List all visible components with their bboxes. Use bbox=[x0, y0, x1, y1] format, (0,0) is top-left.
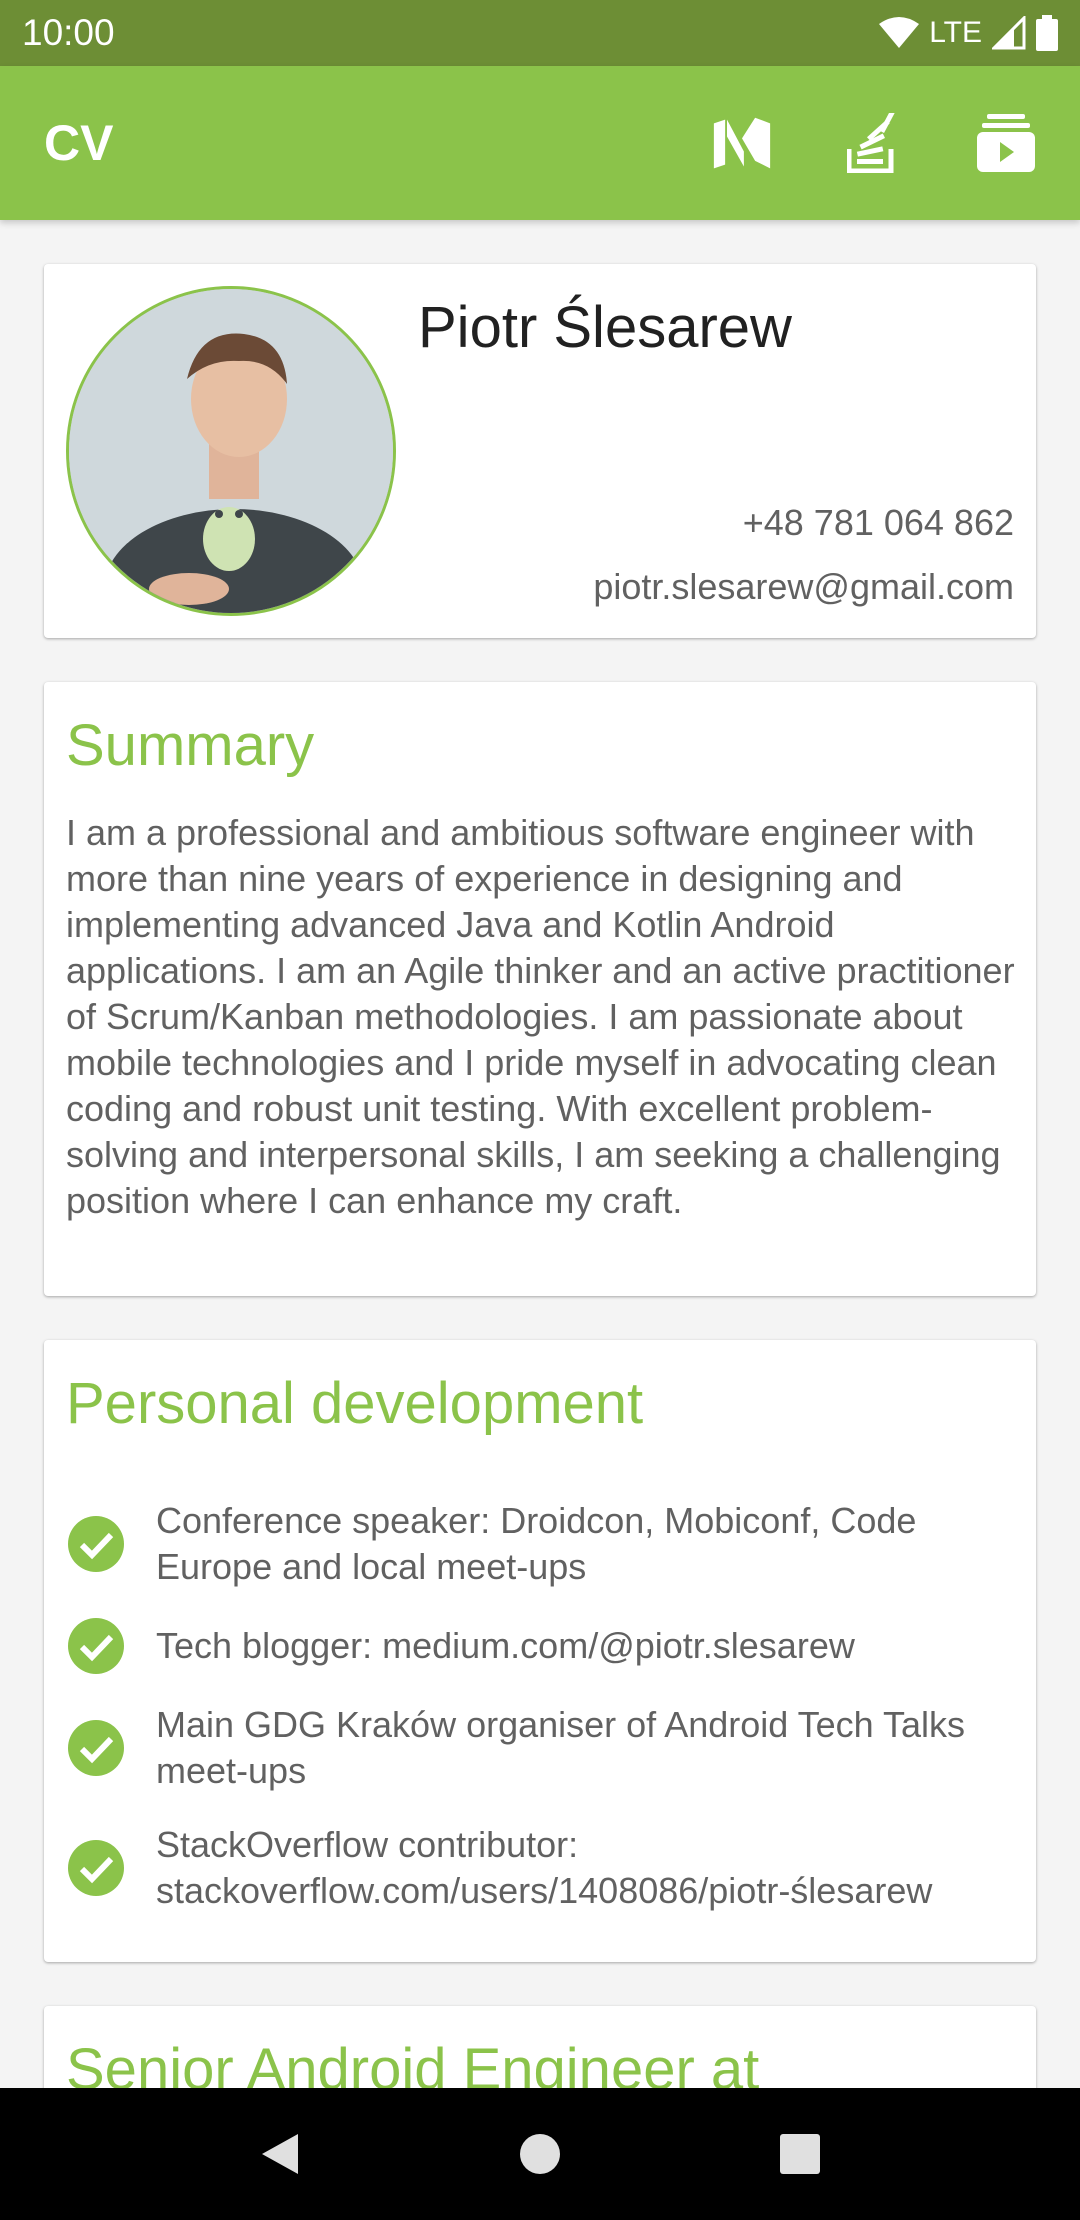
list-item: Main GDG Kraków organiser of Android Tec… bbox=[66, 1702, 1016, 1794]
summary-heading: Summary bbox=[66, 713, 315, 778]
youtube-icon bbox=[977, 114, 1035, 172]
app-bar: CV bbox=[0, 66, 1080, 220]
status-time: 10:00 bbox=[22, 12, 115, 53]
signal-icon bbox=[992, 16, 1026, 50]
navigation-bar bbox=[0, 2088, 1080, 2220]
personal-development-heading: Personal development bbox=[66, 1371, 644, 1436]
summary-text: I am a professional and ambitious softwa… bbox=[66, 812, 1015, 1221]
app-title: CV bbox=[44, 115, 114, 171]
avatar-photo bbox=[69, 289, 393, 613]
list-item-text: Conference speaker: Droidcon, Mobiconf, … bbox=[156, 1500, 917, 1587]
personal-development-card: Personal development Conference speaker:… bbox=[44, 1340, 1036, 1962]
list-item: Conference speaker: Droidcon, Mobiconf, … bbox=[66, 1498, 1016, 1590]
experience-heading: Senior Android Engineer at bbox=[66, 2037, 760, 2088]
profile-card: Piotr Ślesarew +48 781 064 862 piotr.sle… bbox=[44, 264, 1036, 638]
email-address[interactable]: piotr.slesarew@gmail.com bbox=[593, 566, 1014, 608]
check-circle-icon bbox=[68, 1720, 124, 1776]
summary-card: Summary I am a professional and ambitiou… bbox=[44, 682, 1036, 1296]
personal-development-list: Conference speaker: Droidcon, Mobiconf, … bbox=[66, 1498, 1016, 1942]
medium-icon bbox=[713, 117, 771, 169]
check-circle-icon bbox=[68, 1618, 124, 1674]
list-item: Tech blogger: medium.com/@piotr.slesarew bbox=[66, 1618, 1016, 1674]
recents-icon bbox=[780, 2134, 820, 2174]
experience-card: Senior Android Engineer at bbox=[44, 2006, 1036, 2088]
check-circle-icon bbox=[68, 1516, 124, 1572]
profile-name: Piotr Ślesarew bbox=[418, 295, 792, 360]
list-item-text: Main GDG Kraków organiser of Android Tec… bbox=[156, 1704, 966, 1791]
app-actions bbox=[712, 113, 1036, 173]
content-scroll[interactable]: Piotr Ślesarew +48 781 064 862 piotr.sle… bbox=[0, 220, 1080, 2088]
stackoverflow-button[interactable] bbox=[844, 113, 904, 173]
medium-button[interactable] bbox=[712, 113, 772, 173]
recents-button[interactable] bbox=[760, 2114, 840, 2194]
battery-icon bbox=[1036, 15, 1058, 51]
avatar bbox=[66, 286, 396, 616]
stackoverflow-icon bbox=[847, 113, 896, 173]
status-icons: LTE bbox=[879, 15, 1058, 51]
wifi-icon bbox=[879, 17, 920, 48]
phone-number[interactable]: +48 781 064 862 bbox=[743, 502, 1014, 544]
check-circle-icon bbox=[68, 1840, 124, 1896]
list-item-text: Tech blogger: medium.com/@piotr.slesarew bbox=[156, 1625, 855, 1666]
home-button[interactable] bbox=[500, 2114, 580, 2194]
list-item: StackOverflow contributor: stackoverflow… bbox=[66, 1822, 1016, 1914]
network-type: LTE bbox=[929, 16, 982, 49]
home-icon bbox=[520, 2134, 560, 2174]
list-item-text: StackOverflow contributor: stackoverflow… bbox=[156, 1824, 933, 1911]
back-icon bbox=[262, 2134, 298, 2174]
status-bar: 10:00 LTE bbox=[0, 0, 1080, 66]
back-button[interactable] bbox=[240, 2114, 320, 2194]
youtube-button[interactable] bbox=[976, 113, 1036, 173]
